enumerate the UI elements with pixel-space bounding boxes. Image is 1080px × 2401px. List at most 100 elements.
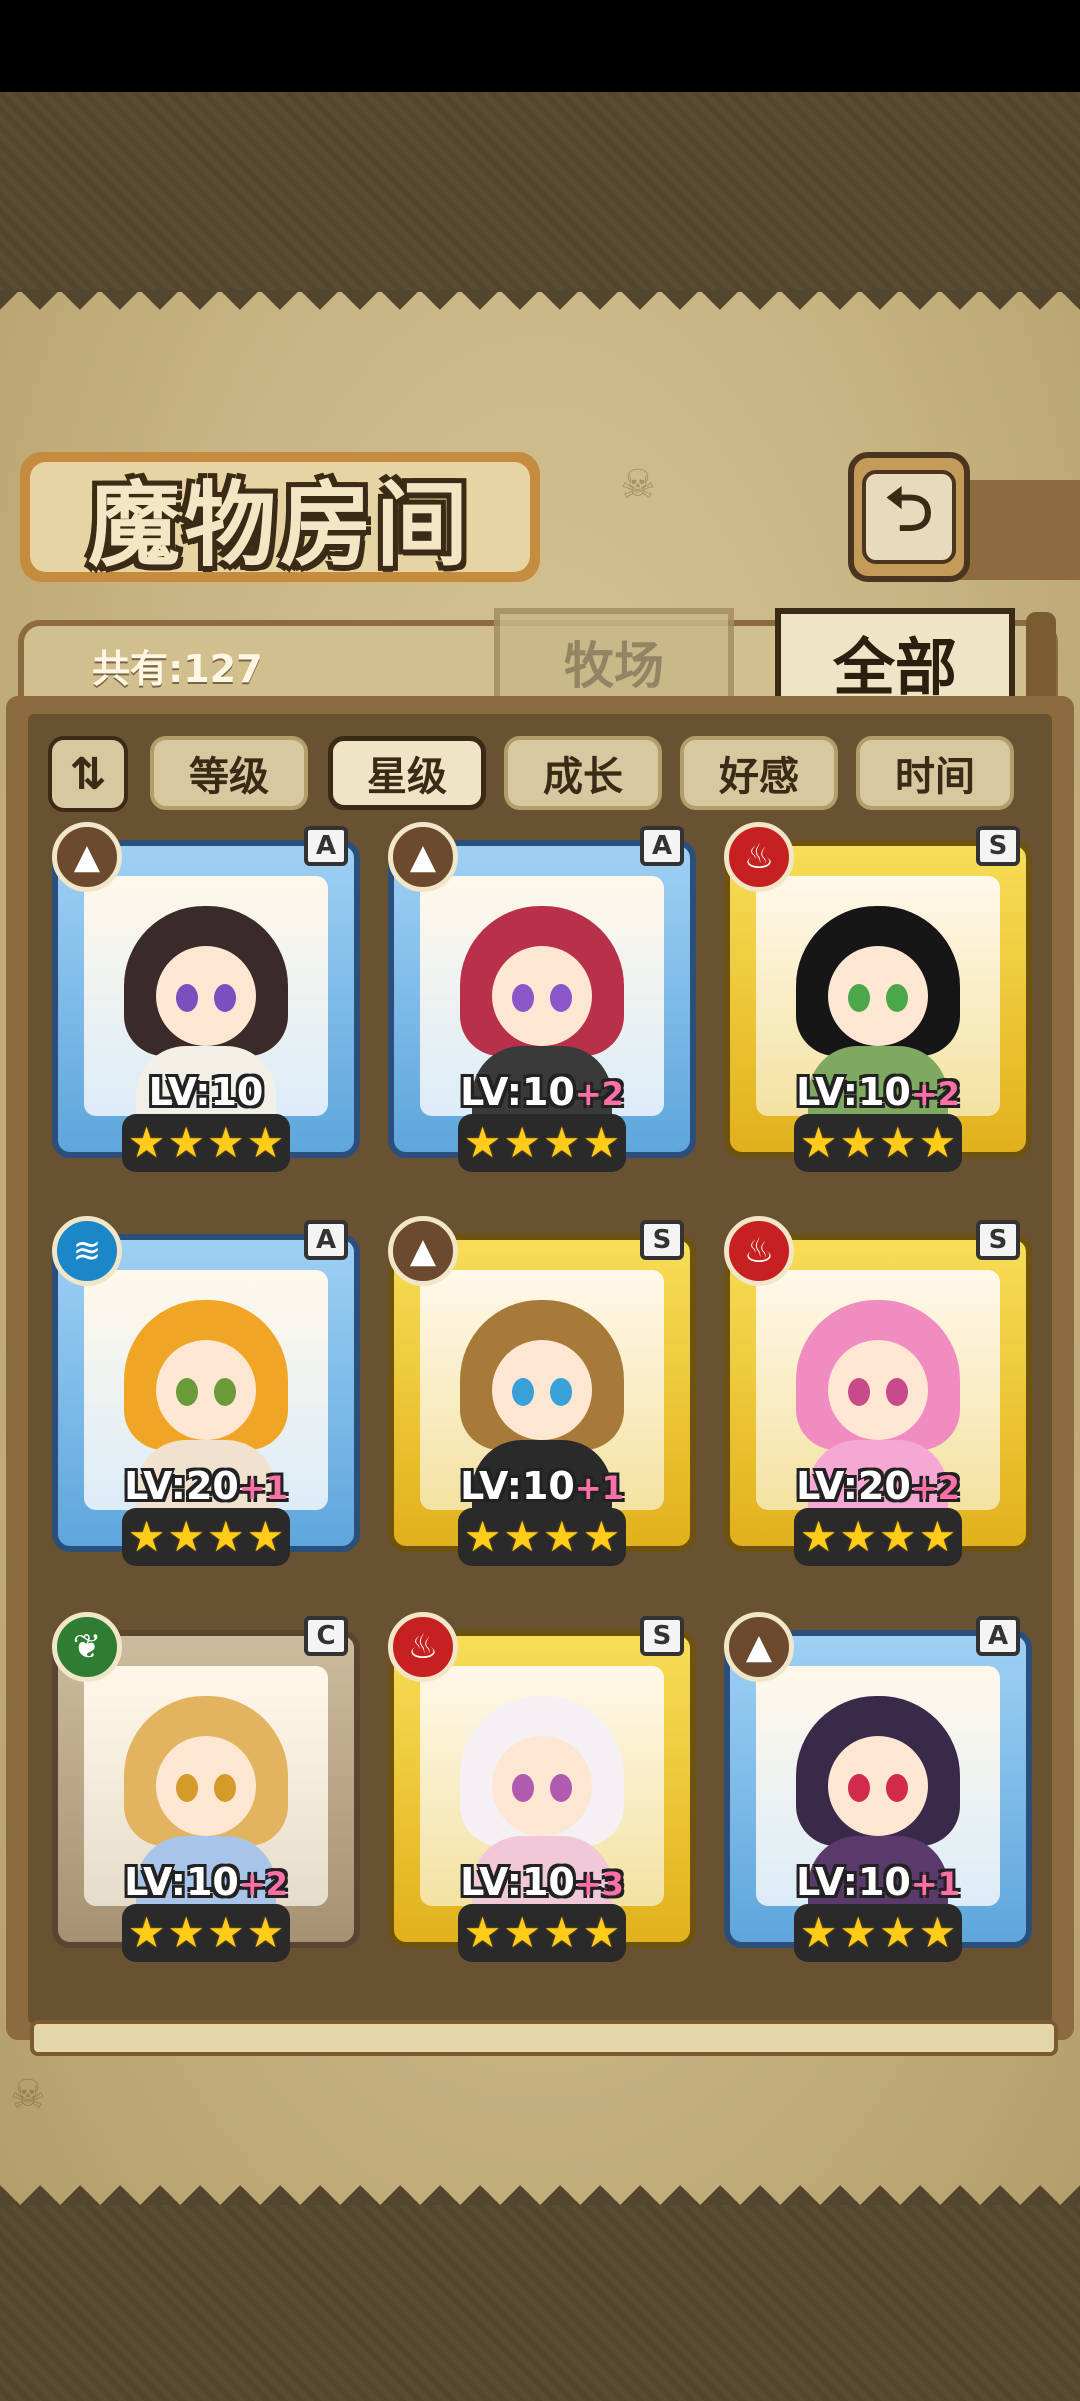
monster-card[interactable]: C ❦ LV:10+2 ★ ★ ★ ★ [52, 1612, 360, 1962]
level-bonus: +1 [574, 1469, 624, 1507]
level-label: LV:20+1 [52, 1464, 360, 1508]
earth-element-icon: ▲ [388, 822, 458, 892]
level-value: LV:10 [796, 1070, 911, 1114]
monster-card[interactable]: A ▲ LV:10+1 ★ ★ ★ ★ [724, 1612, 1032, 1962]
level-label: LV:10+2 [52, 1860, 360, 1904]
level-bonus: +2 [574, 1075, 624, 1113]
monster-card[interactable]: S ♨ LV:20+2 ★ ★ ★ ★ [724, 1216, 1032, 1566]
skull-map-icon: ☠ [620, 462, 656, 508]
star-icon: ★ [879, 1512, 917, 1561]
star-icon: ★ [799, 1908, 838, 1957]
torn-edge-top [0, 290, 1080, 330]
star-icon: ★ [167, 1118, 205, 1167]
star-icon: ★ [127, 1118, 166, 1167]
star-icon: ★ [167, 1908, 205, 1957]
level-value: LV:10 [796, 1860, 911, 1904]
level-label: LV:10+2 [724, 1070, 1032, 1114]
star-icon: ★ [582, 1512, 621, 1561]
level-value: LV:20 [124, 1464, 239, 1508]
star-icon: ★ [246, 1908, 285, 1957]
rarity-badge: S [640, 1616, 684, 1656]
star-icon: ★ [799, 1118, 838, 1167]
monster-card[interactable]: S ▲ LV:10+1 ★ ★ ★ ★ [388, 1216, 696, 1566]
star-icon: ★ [127, 1512, 166, 1561]
back-button[interactable]: ⮌ [848, 452, 970, 582]
star-icon: ★ [463, 1118, 502, 1167]
star-icon: ★ [543, 1118, 581, 1167]
star-icon: ★ [543, 1908, 581, 1957]
level-value: LV:20 [796, 1464, 911, 1508]
level-label: LV:20+2 [724, 1464, 1032, 1508]
monster-card[interactable]: A ▲ LV:10 ★ ★ ★ ★ [52, 822, 360, 1172]
level-bonus: +2 [238, 1865, 288, 1903]
monster-card[interactable]: S ♨ LV:10+3 ★ ★ ★ ★ [388, 1612, 696, 1962]
earth-element-icon: ▲ [52, 822, 122, 892]
star-rating: ★ ★ ★ ★ [122, 1904, 290, 1962]
star-icon: ★ [879, 1118, 917, 1167]
monster-card[interactable]: A ▲ LV:10+2 ★ ★ ★ ★ [388, 822, 696, 1172]
rarity-badge: A [304, 1220, 348, 1260]
sort-order-icon[interactable]: ⇅ [48, 736, 128, 812]
level-bonus: +2 [910, 1469, 960, 1507]
star-icon: ★ [167, 1512, 205, 1561]
title-plate: 魔物房间 [20, 452, 540, 582]
level-bonus: +1 [910, 1865, 960, 1903]
star-icon: ★ [246, 1118, 285, 1167]
fire-element-icon: ♨ [724, 1216, 794, 1286]
star-icon: ★ [543, 1512, 581, 1561]
sort-level-button[interactable]: 等级 [150, 736, 308, 810]
star-rating: ★ ★ ★ ★ [122, 1114, 290, 1172]
monster-count: 共有:127 [92, 647, 263, 691]
star-rating: ★ ★ ★ ★ [794, 1114, 962, 1172]
return-arrow-icon: ⮌ [862, 470, 956, 564]
water-element-icon: ≋ [52, 1216, 122, 1286]
star-icon: ★ [839, 1118, 877, 1167]
star-icon: ★ [799, 1512, 838, 1561]
earth-element-icon: ▲ [388, 1216, 458, 1286]
sort-star-button[interactable]: 星级 [328, 736, 486, 810]
fire-element-icon: ♨ [388, 1612, 458, 1682]
background-map-bottom [0, 2205, 1080, 2401]
star-rating: ★ ★ ★ ★ [458, 1904, 626, 1962]
star-icon: ★ [207, 1512, 245, 1561]
level-value: LV:10 [460, 1070, 575, 1114]
rarity-badge: A [304, 826, 348, 866]
star-icon: ★ [918, 1908, 957, 1957]
level-label: LV:10+2 [388, 1070, 696, 1114]
wood-element-icon: ❦ [52, 1612, 122, 1682]
star-icon: ★ [918, 1118, 957, 1167]
sort-growth-button[interactable]: 成长 [504, 736, 662, 810]
monster-card[interactable]: A ≋ LV:20+1 ★ ★ ★ ★ [52, 1216, 360, 1566]
star-icon: ★ [127, 1908, 166, 1957]
star-icon: ★ [582, 1908, 621, 1957]
rarity-badge: S [976, 826, 1020, 866]
level-label: LV:10+1 [388, 1464, 696, 1508]
star-icon: ★ [582, 1118, 621, 1167]
status-bar [0, 0, 1080, 92]
sort-time-button[interactable]: 时间 [856, 736, 1014, 810]
torn-edge-bottom [0, 2165, 1080, 2205]
level-value: LV:10 [124, 1860, 239, 1904]
page-title: 魔物房间 [87, 470, 472, 579]
star-rating: ★ ★ ★ ★ [458, 1114, 626, 1172]
star-rating: ★ ★ ★ ★ [794, 1904, 962, 1962]
level-bonus: +1 [238, 1469, 288, 1507]
sort-affection-button[interactable]: 好感 [680, 736, 838, 810]
level-value: LV:10 [460, 1464, 575, 1508]
fire-element-icon: ♨ [724, 822, 794, 892]
sort-bar: ⇅ 等级 星级 成长 好感 时间 [48, 732, 1048, 814]
star-icon: ★ [463, 1512, 502, 1561]
level-bonus: +3 [574, 1865, 624, 1903]
star-rating: ★ ★ ★ ★ [794, 1508, 962, 1566]
star-icon: ★ [207, 1118, 245, 1167]
star-icon: ★ [503, 1512, 541, 1561]
level-label: LV:10+1 [724, 1860, 1032, 1904]
level-label: LV:10 [52, 1070, 360, 1114]
star-icon: ★ [246, 1512, 285, 1561]
level-value: LV:10 [460, 1860, 575, 1904]
star-icon: ★ [207, 1908, 245, 1957]
star-rating: ★ ★ ★ ★ [122, 1508, 290, 1566]
background-map-top [0, 92, 1080, 292]
rarity-badge: S [640, 1220, 684, 1260]
monster-card[interactable]: S ♨ LV:10+2 ★ ★ ★ ★ [724, 822, 1032, 1172]
